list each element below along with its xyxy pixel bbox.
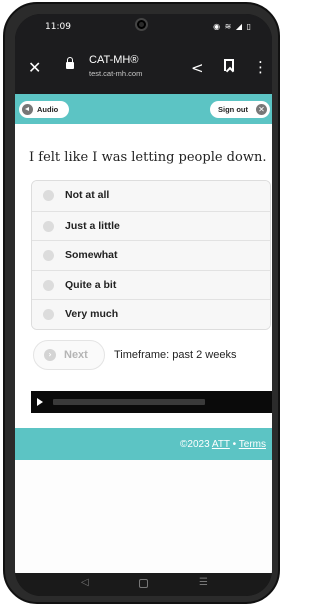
radio-button[interactable] — [43, 279, 54, 291]
lock-icon[interactable] — [66, 57, 74, 69]
close-circle-icon: ✕ — [256, 104, 267, 115]
status-bar: 11:09 ◉ ≋ ◢ ▯ — [15, 14, 272, 44]
status-time: 11:09 — [45, 22, 71, 32]
footer-text: ©2023 ATT • Terms — [180, 439, 266, 450]
answer-label: Not at all — [65, 189, 110, 201]
radio-button[interactable] — [43, 190, 54, 201]
answer-option[interactable]: Not at all — [32, 181, 270, 211]
sign-out-label: Sign out — [218, 105, 248, 114]
phone-screen: 11:09 ◉ ≋ ◢ ▯ ✕ CAT-MH® test.cat-mh.com … — [15, 14, 272, 596]
back-icon[interactable]: ◁ — [81, 577, 89, 588]
next-label: Next — [64, 349, 88, 361]
status-icons: ◉ ≋ ◢ ▯ — [213, 22, 252, 31]
radio-button[interactable] — [43, 220, 54, 232]
answer-label: Somewhat — [65, 249, 118, 261]
audio-progress-bar[interactable] — [53, 399, 205, 405]
footer-separator: • — [232, 439, 237, 450]
question-text: I felt like I was letting people down. — [29, 150, 267, 165]
browser-toolbar: ✕ CAT-MH® test.cat-mh.com < ⋮ — [15, 44, 272, 94]
recents-icon[interactable]: ☰ — [199, 577, 208, 588]
audio-button[interactable]: Audio — [19, 101, 69, 118]
answer-option[interactable]: Just a little — [32, 210, 270, 240]
audio-player[interactable] — [31, 391, 272, 413]
answer-option[interactable]: Somewhat — [32, 240, 270, 270]
app-header: Audio Sign out ✕ — [15, 94, 272, 124]
system-nav-bar: ◁ ☰ — [15, 573, 272, 596]
answer-label: Just a little — [65, 219, 120, 232]
home-icon[interactable] — [139, 579, 148, 588]
footer: ©2023 ATT • Terms — [15, 428, 272, 460]
camera-icon — [135, 18, 148, 31]
more-menu-icon[interactable]: ⋮ — [253, 58, 268, 76]
copyright-text: ©2023 — [180, 439, 210, 450]
close-icon[interactable]: ✕ — [28, 58, 41, 77]
answer-label: Very much — [65, 308, 119, 320]
sign-out-button[interactable]: Sign out ✕ — [210, 101, 270, 118]
site-title[interactable]: CAT-MH® — [89, 54, 138, 66]
page-blank-area — [15, 460, 272, 573]
audio-label: Audio — [37, 105, 59, 114]
phone-frame: 11:09 ◉ ≋ ◢ ▯ ✕ CAT-MH® test.cat-mh.com … — [3, 2, 280, 604]
bookmark-icon[interactable] — [224, 59, 234, 71]
question-panel: I felt like I was letting people down. N… — [15, 124, 272, 428]
radio-button[interactable] — [43, 250, 54, 261]
terms-link[interactable]: Terms — [239, 439, 266, 450]
play-icon[interactable] — [37, 398, 43, 406]
brand-link[interactable]: ATT — [212, 439, 230, 450]
answer-option[interactable]: Very much — [32, 299, 270, 329]
answer-label: Quite a bit — [65, 278, 117, 291]
arrow-right-icon: › — [44, 349, 56, 361]
share-icon[interactable]: < — [191, 59, 204, 77]
timeframe-text: Timeframe: past 2 weeks — [114, 349, 237, 361]
radio-button[interactable] — [43, 309, 54, 320]
site-url[interactable]: test.cat-mh.com — [89, 69, 142, 78]
answer-options: Not at all Just a little Somewhat Quite … — [31, 180, 271, 330]
speaker-icon — [22, 104, 33, 115]
answer-option[interactable]: Quite a bit — [32, 269, 270, 299]
next-button[interactable]: › Next — [33, 340, 105, 370]
